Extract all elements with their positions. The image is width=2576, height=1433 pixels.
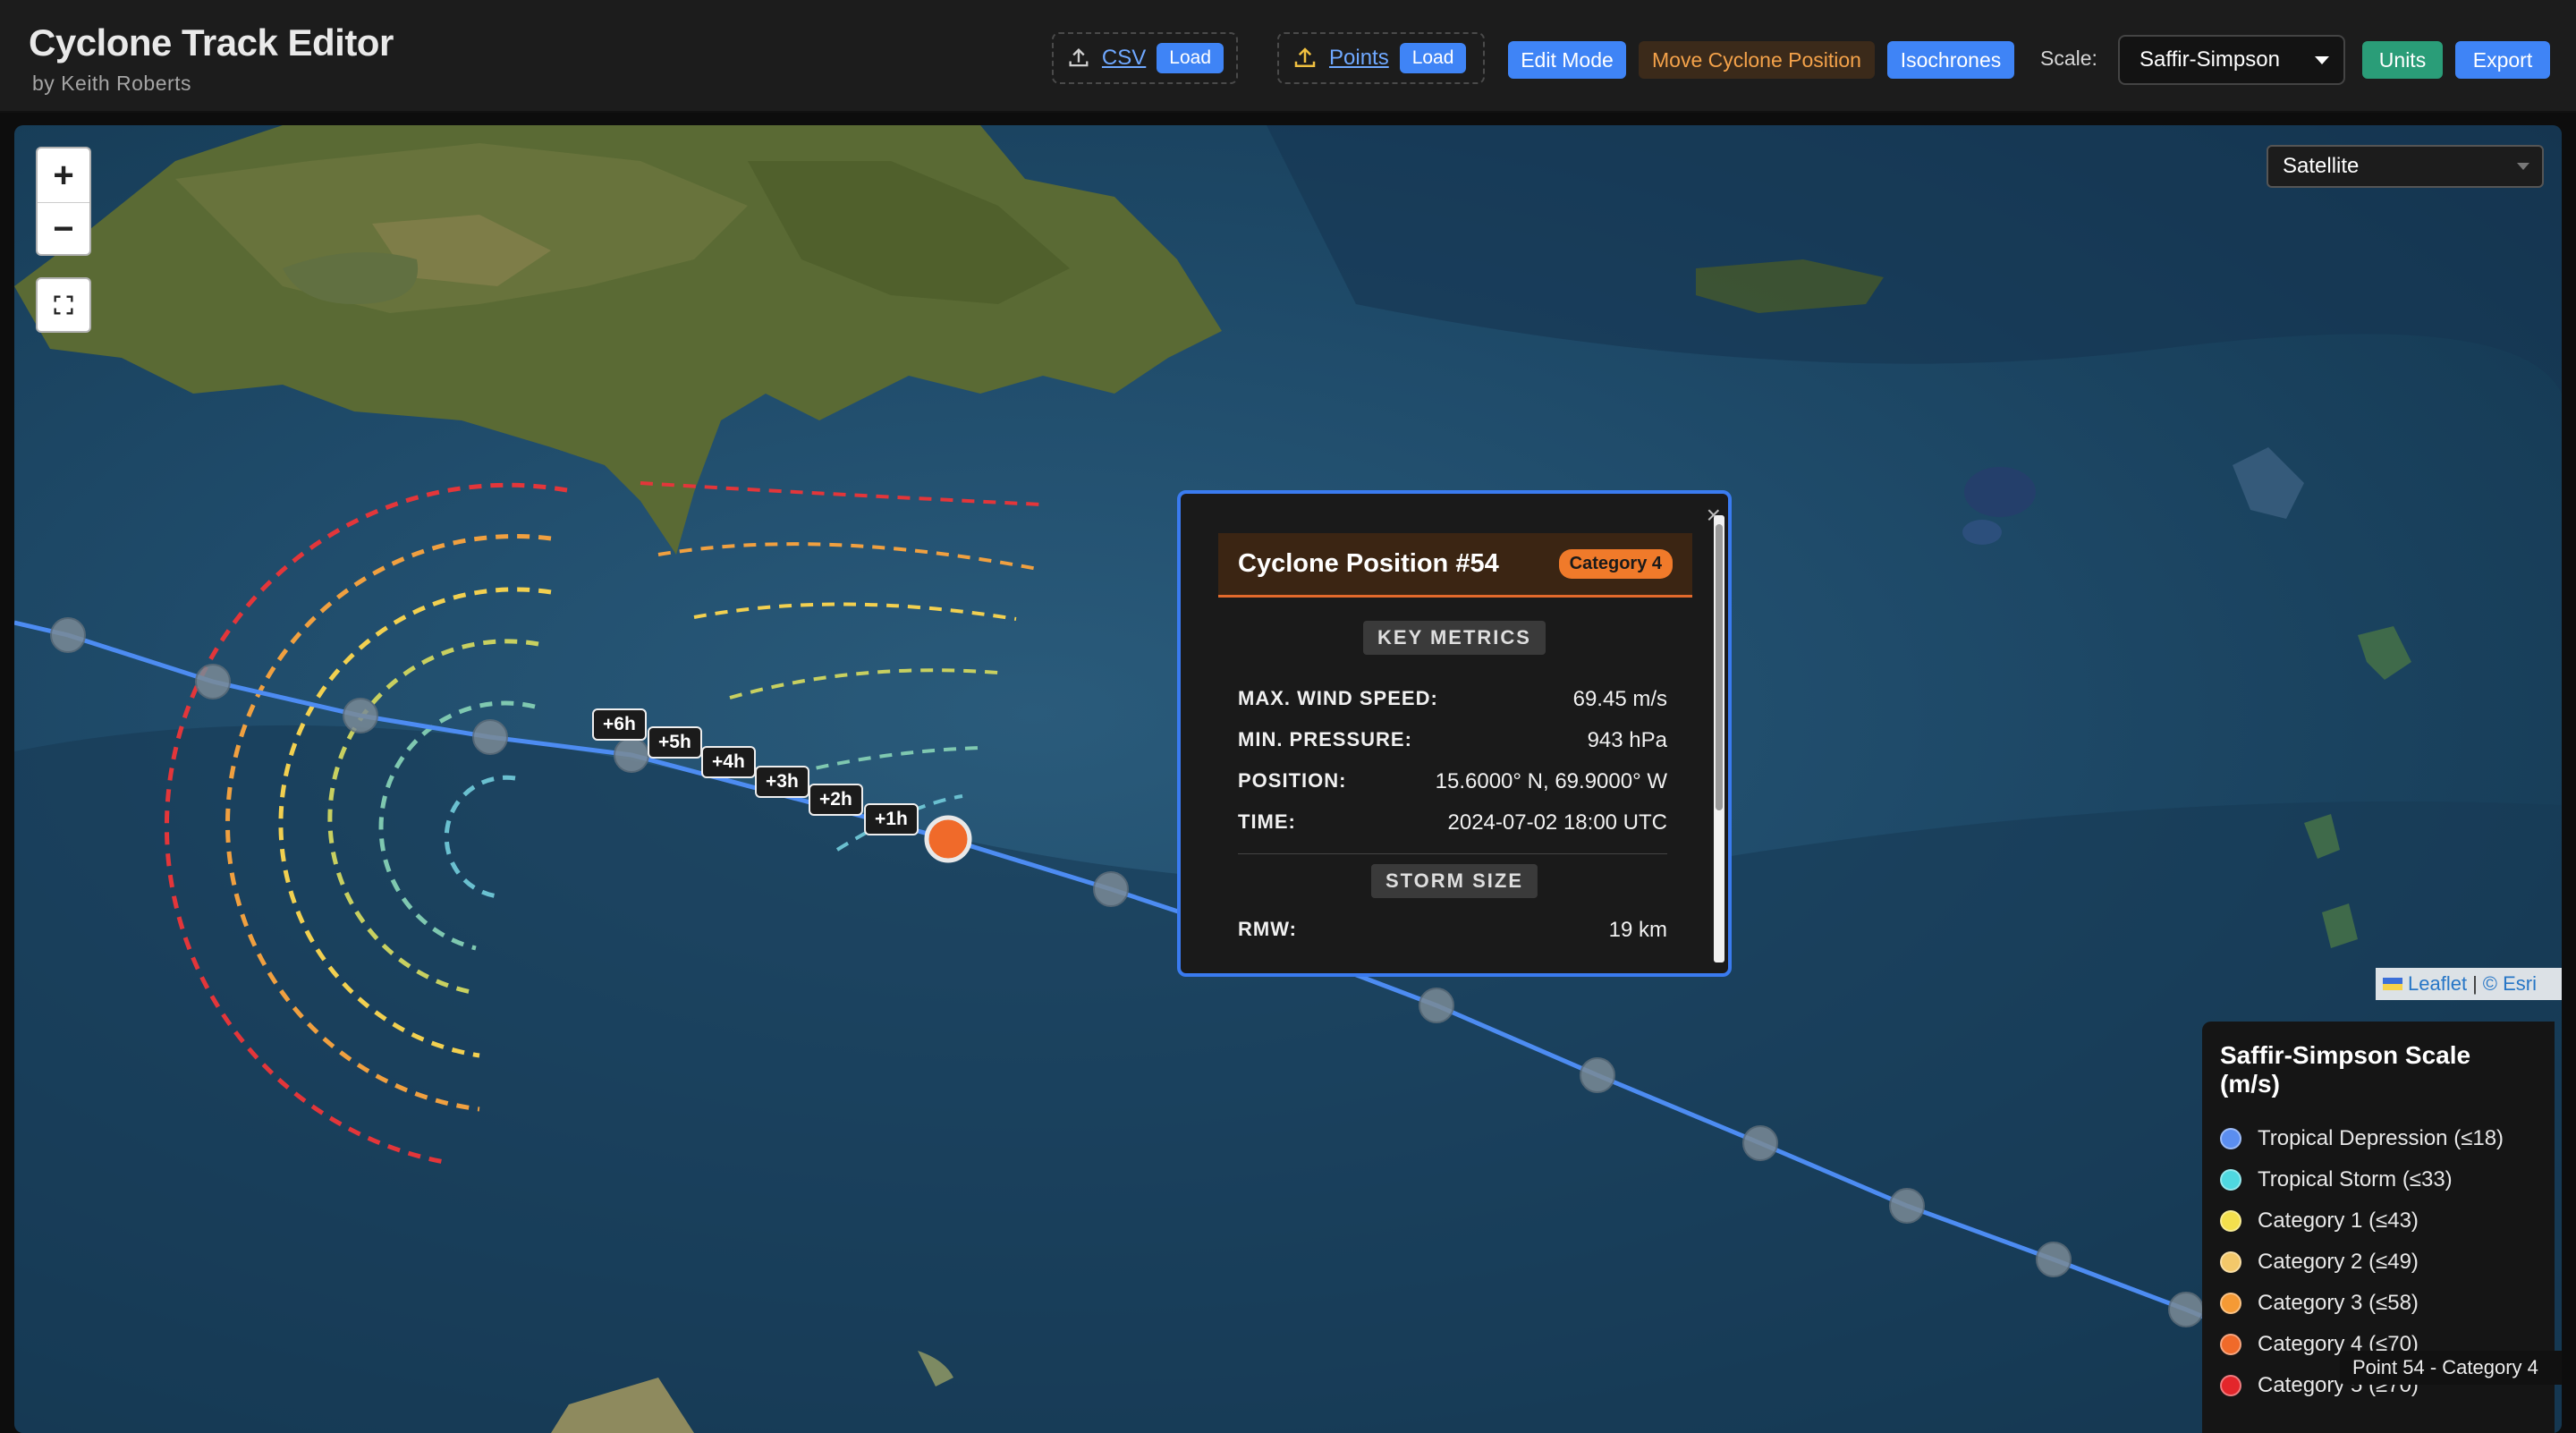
- scale-select-value: Saffir-Simpson: [2140, 47, 2280, 72]
- zoom-in-button[interactable]: +: [38, 148, 89, 202]
- attribution-separator: |: [2472, 972, 2478, 995]
- popup-divider: [1238, 853, 1667, 854]
- metric-value: 15.6000° N, 69.9000° W: [1435, 769, 1667, 793]
- metric-key: TIME:: [1238, 810, 1296, 833]
- track-point: [1580, 1057, 1615, 1093]
- track-point: [1742, 1125, 1778, 1161]
- track-point: [2168, 1292, 2204, 1327]
- legend-item: Category 1 (≤43): [2220, 1200, 2537, 1242]
- track-point: [343, 698, 378, 733]
- fullscreen-icon: [54, 295, 73, 315]
- app-title: Cyclone Track Editor: [29, 21, 394, 64]
- legend-title: Saffir-Simpson Scale (m/s): [2220, 1041, 2471, 1098]
- isochrone-label-1h: +1h: [864, 803, 919, 835]
- leaflet-link[interactable]: Leaflet: [2408, 972, 2467, 996]
- legend-item: Category 3 (≤58): [2220, 1283, 2537, 1324]
- metric-key: POSITION:: [1238, 769, 1347, 792]
- popup-header: Cyclone Position #54 Category 4: [1218, 533, 1692, 598]
- isochrones-button[interactable]: Isochrones: [1887, 41, 2014, 79]
- csv-file-link[interactable]: CSV: [1102, 46, 1146, 71]
- legend-color-dot: [2220, 1169, 2241, 1191]
- export-button[interactable]: Export: [2455, 41, 2550, 79]
- csv-load-button[interactable]: Load: [1157, 43, 1224, 73]
- points-load-button[interactable]: Load: [1399, 43, 1467, 73]
- edit-mode-button[interactable]: Edit Mode: [1508, 41, 1626, 79]
- ukraine-flag-icon: [2383, 978, 2402, 990]
- category-badge: Category 4: [1558, 549, 1673, 579]
- app-subtitle: by Keith Roberts: [32, 72, 192, 95]
- basemap-layer-select[interactable]: Satellite: [2267, 145, 2544, 188]
- units-button[interactable]: Units: [2362, 41, 2443, 79]
- upload-icon: [1069, 48, 1089, 67]
- track-point: [50, 617, 86, 653]
- isochrone-label-4h: +4h: [701, 746, 756, 778]
- track-point: [2036, 1242, 2072, 1277]
- metric-key: MIN. PRESSURE:: [1238, 728, 1412, 750]
- chevron-down-icon: [2315, 56, 2329, 64]
- legend-item: Tropical Storm (≤33): [2220, 1159, 2537, 1200]
- legend-color-dot: [2220, 1128, 2241, 1149]
- isochrone-label-2h: +2h: [809, 784, 863, 816]
- map-view[interactable]: + − Satellite +6h +5h +4h +3h +2h +1h × …: [14, 125, 2562, 1433]
- metric-key: RMW:: [1238, 918, 1297, 940]
- map-attribution: Leaflet | © Esri: [2376, 968, 2562, 1000]
- track-point: [1419, 988, 1454, 1023]
- legend-item: Category 2 (≤49): [2220, 1242, 2537, 1283]
- track-point: [472, 719, 508, 755]
- legend-label: Category 2 (≤49): [2258, 1250, 2419, 1274]
- metric-row-pressure: MIN. PRESSURE: 943 hPa: [1238, 728, 1667, 753]
- isochrone-label-3h: +3h: [755, 766, 809, 798]
- scale-select[interactable]: Saffir-Simpson: [2118, 35, 2345, 85]
- metric-row-wind: MAX. WIND SPEED: 69.45 m/s: [1238, 687, 1667, 712]
- legend-label: Category 3 (≤58): [2258, 1291, 2419, 1315]
- track-point: [1093, 871, 1129, 907]
- metric-row-position: POSITION: 15.6000° N, 69.9000° W: [1238, 769, 1667, 794]
- track-point: [195, 664, 231, 700]
- metric-value: 943 hPa: [1587, 728, 1667, 752]
- metric-value: 69.45 m/s: [1572, 687, 1667, 711]
- legend-color-dot: [2220, 1210, 2241, 1232]
- metric-row-rmw: RMW: 19 km: [1238, 918, 1667, 943]
- esri-link[interactable]: © Esri: [2483, 972, 2537, 996]
- metric-key: MAX. WIND SPEED:: [1238, 687, 1438, 709]
- isochrone-label-6h: +6h: [592, 708, 647, 741]
- scale-label: Scale:: [2040, 47, 2097, 70]
- track-point-tooltip: Point 54 - Category 4: [2340, 1351, 2562, 1385]
- points-upload-group: Points Load: [1277, 32, 1485, 84]
- fullscreen-button[interactable]: [36, 277, 91, 333]
- popup-title: Cyclone Position #54: [1238, 549, 1499, 578]
- legend-item: Tropical Depression (≤18): [2220, 1118, 2537, 1159]
- move-cyclone-position-button[interactable]: Move Cyclone Position: [1639, 41, 1875, 79]
- cyclone-position-popup: × Cyclone Position #54 Category 4 KEY ME…: [1177, 490, 1732, 977]
- app-header: Cyclone Track Editor by Keith Roberts CS…: [0, 0, 2576, 113]
- basemap-layer-value: Satellite: [2283, 154, 2360, 178]
- track-point: [614, 737, 649, 773]
- legend-color-dot: [2220, 1251, 2241, 1273]
- points-file-link[interactable]: Points: [1329, 46, 1389, 71]
- upload-icon: [1294, 47, 1316, 67]
- popup-scrollbar[interactable]: [1714, 515, 1724, 962]
- current-cyclone-position-marker: [924, 815, 972, 863]
- metric-value: 2024-07-02 18:00 UTC: [1447, 810, 1667, 835]
- track-point: [1889, 1188, 1925, 1224]
- metric-row-time: TIME: 2024-07-02 18:00 UTC: [1238, 810, 1667, 835]
- csv-upload-group: CSV Load: [1052, 32, 1238, 84]
- storm-size-heading: STORM SIZE: [1370, 864, 1538, 898]
- metric-value: 19 km: [1608, 918, 1667, 942]
- zoom-out-button[interactable]: −: [38, 202, 89, 254]
- legend-label: Tropical Storm (≤33): [2258, 1167, 2453, 1191]
- isochrone-label-5h: +5h: [648, 726, 702, 759]
- legend-color-dot: [2220, 1375, 2241, 1396]
- legend-color-dot: [2220, 1293, 2241, 1314]
- legend-label: Category 1 (≤43): [2258, 1208, 2419, 1233]
- zoom-control: + −: [36, 147, 91, 256]
- legend-color-dot: [2220, 1334, 2241, 1355]
- chevron-down-icon: [2517, 163, 2529, 170]
- key-metrics-heading: KEY METRICS: [1363, 621, 1546, 655]
- legend-label: Tropical Depression (≤18): [2258, 1126, 2504, 1150]
